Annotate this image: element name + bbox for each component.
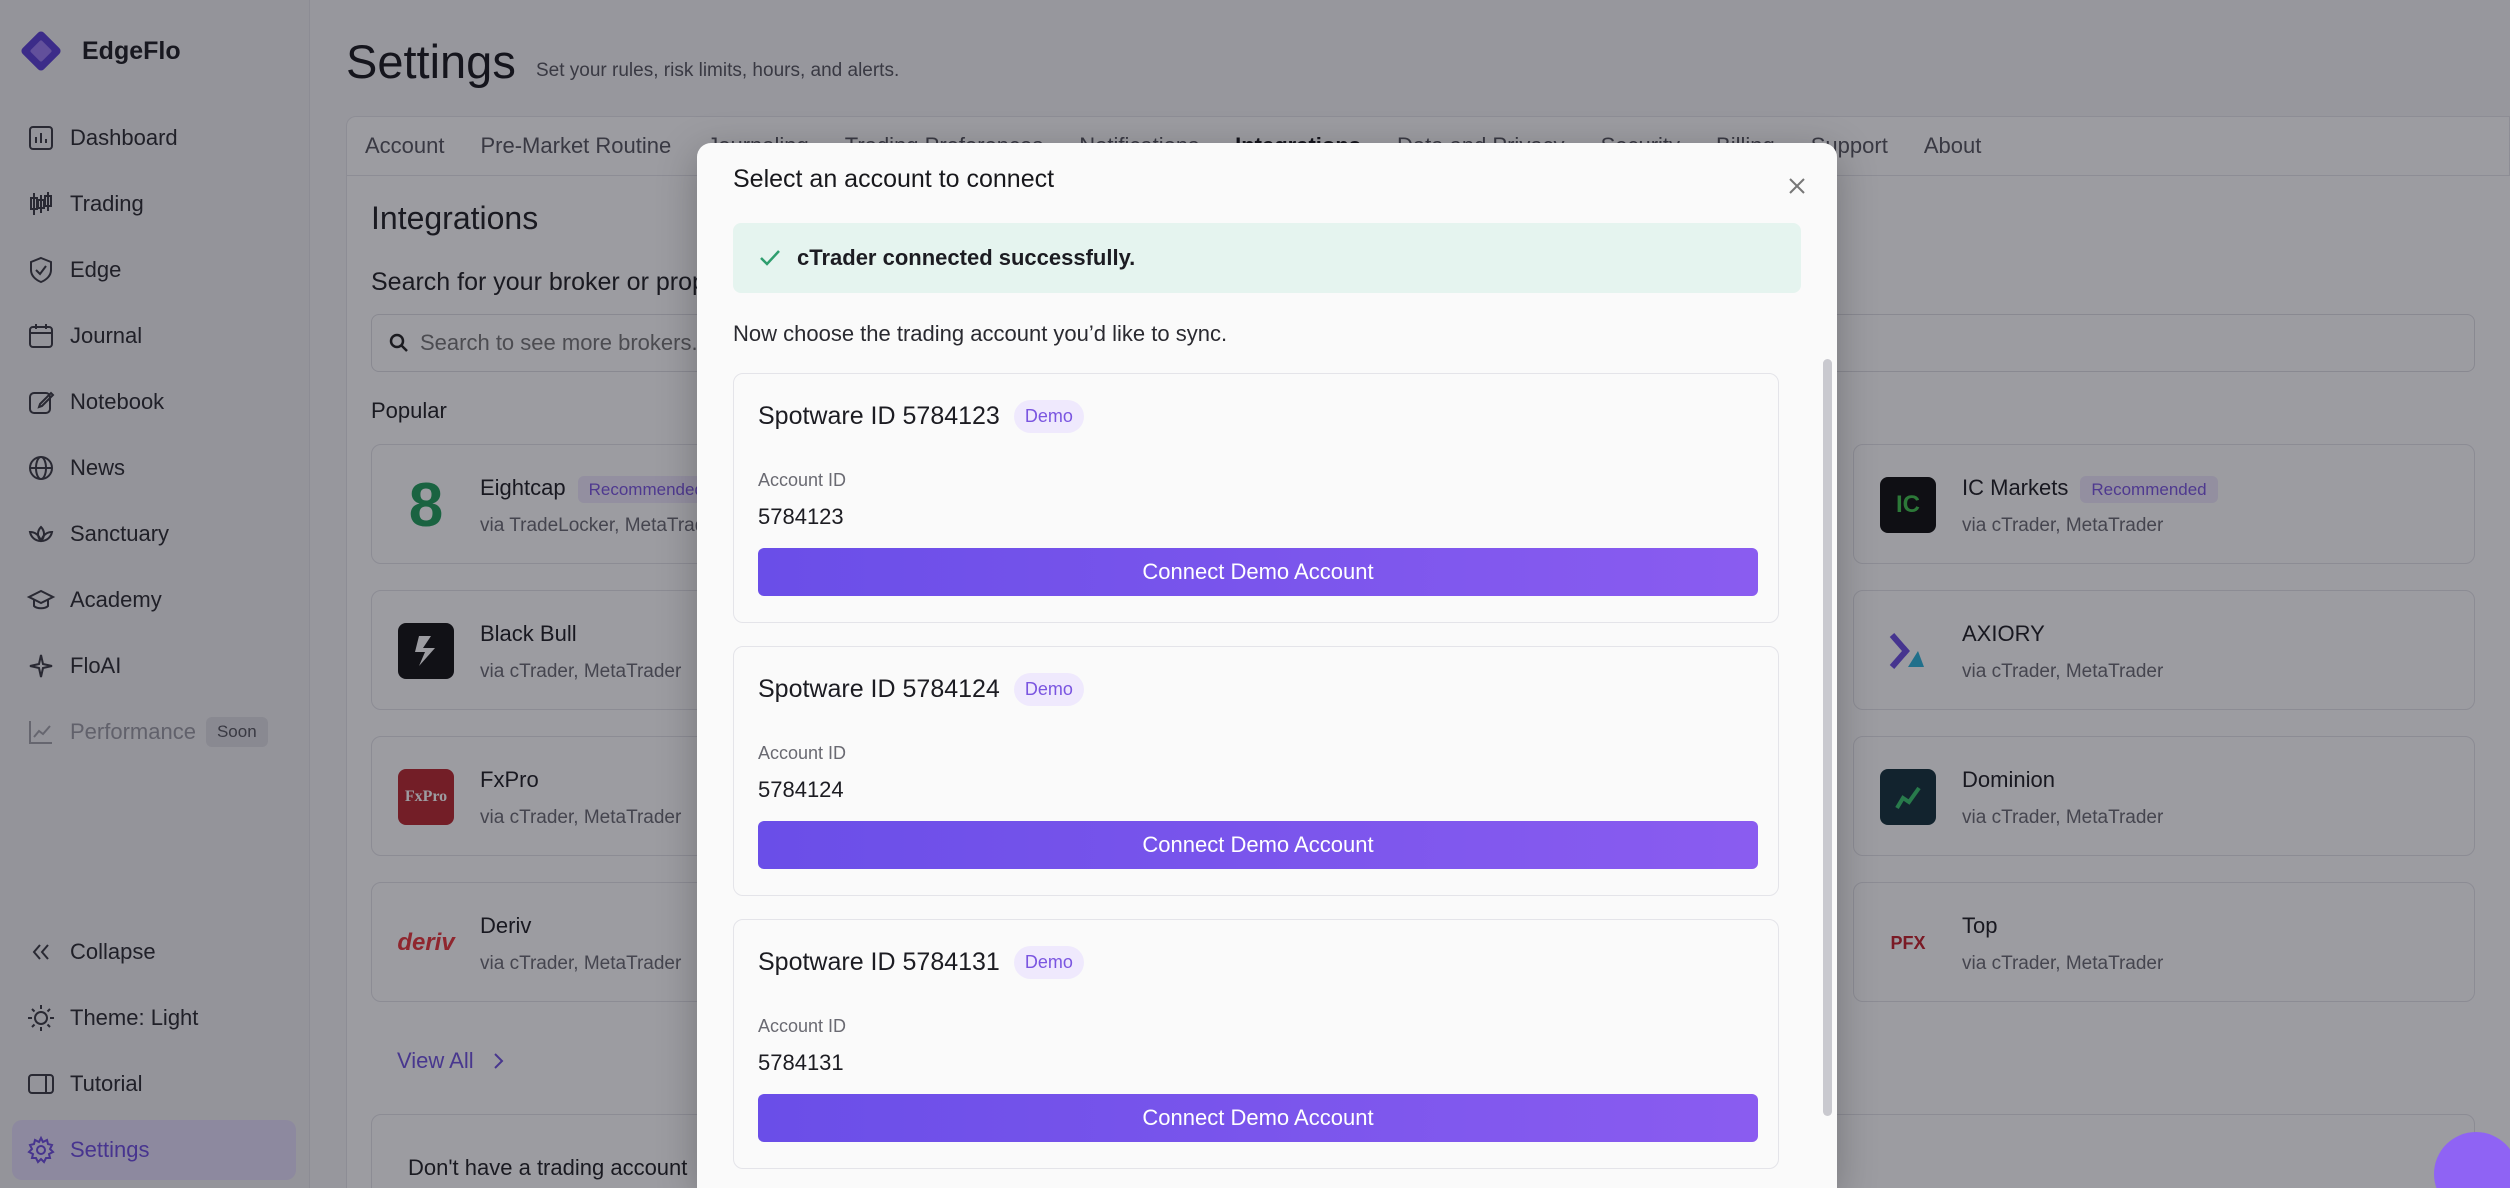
account-title: Spotware ID 5784123 Demo [758, 400, 1084, 433]
account-id-value: 5784131 [758, 1050, 844, 1075]
success-message: cTrader connected successfully. [797, 245, 1136, 270]
connect-demo-account-button[interactable]: Connect Demo Account [758, 821, 1758, 869]
account-id-value: 5784123 [758, 504, 844, 529]
demo-badge: Demo [1013, 400, 1084, 433]
demo-badge: Demo [1013, 673, 1084, 706]
demo-badge: Demo [1013, 946, 1084, 979]
account-id-value: 5784124 [758, 777, 844, 802]
account-id-label: Account ID [758, 743, 847, 763]
connect-demo-account-button[interactable]: Connect Demo Account [758, 548, 1758, 596]
success-banner: cTrader connected successfully. [733, 223, 1801, 293]
account-card: Spotware ID 5784124 Demo Account ID 5784… [733, 646, 1779, 896]
account-name: Spotware ID 5784131 [758, 948, 1000, 976]
account-id-label: Account ID [758, 470, 847, 490]
account-name: Spotware ID 5784124 [758, 675, 1000, 703]
select-account-modal: Select an account to connect cTrader con… [697, 143, 1837, 1188]
account-name: Spotware ID 5784123 [758, 402, 1000, 430]
close-icon[interactable] [1782, 171, 1812, 201]
account-title: Spotware ID 5784124 Demo [758, 673, 1084, 706]
account-card: Spotware ID 5784123 Demo Account ID 5784… [733, 373, 1779, 623]
account-id-label: Account ID [758, 1016, 847, 1036]
account-card: Spotware ID 5784131 Demo Account ID 5784… [733, 919, 1779, 1169]
modal-scrollbar[interactable] [1823, 359, 1832, 1116]
check-icon [760, 250, 780, 266]
connect-demo-account-button[interactable]: Connect Demo Account [758, 1094, 1758, 1142]
instruction-text: Now choose the trading account you’d lik… [733, 321, 1228, 346]
account-title: Spotware ID 5784131 Demo [758, 946, 1084, 979]
modal-title: Select an account to connect [733, 165, 1055, 193]
